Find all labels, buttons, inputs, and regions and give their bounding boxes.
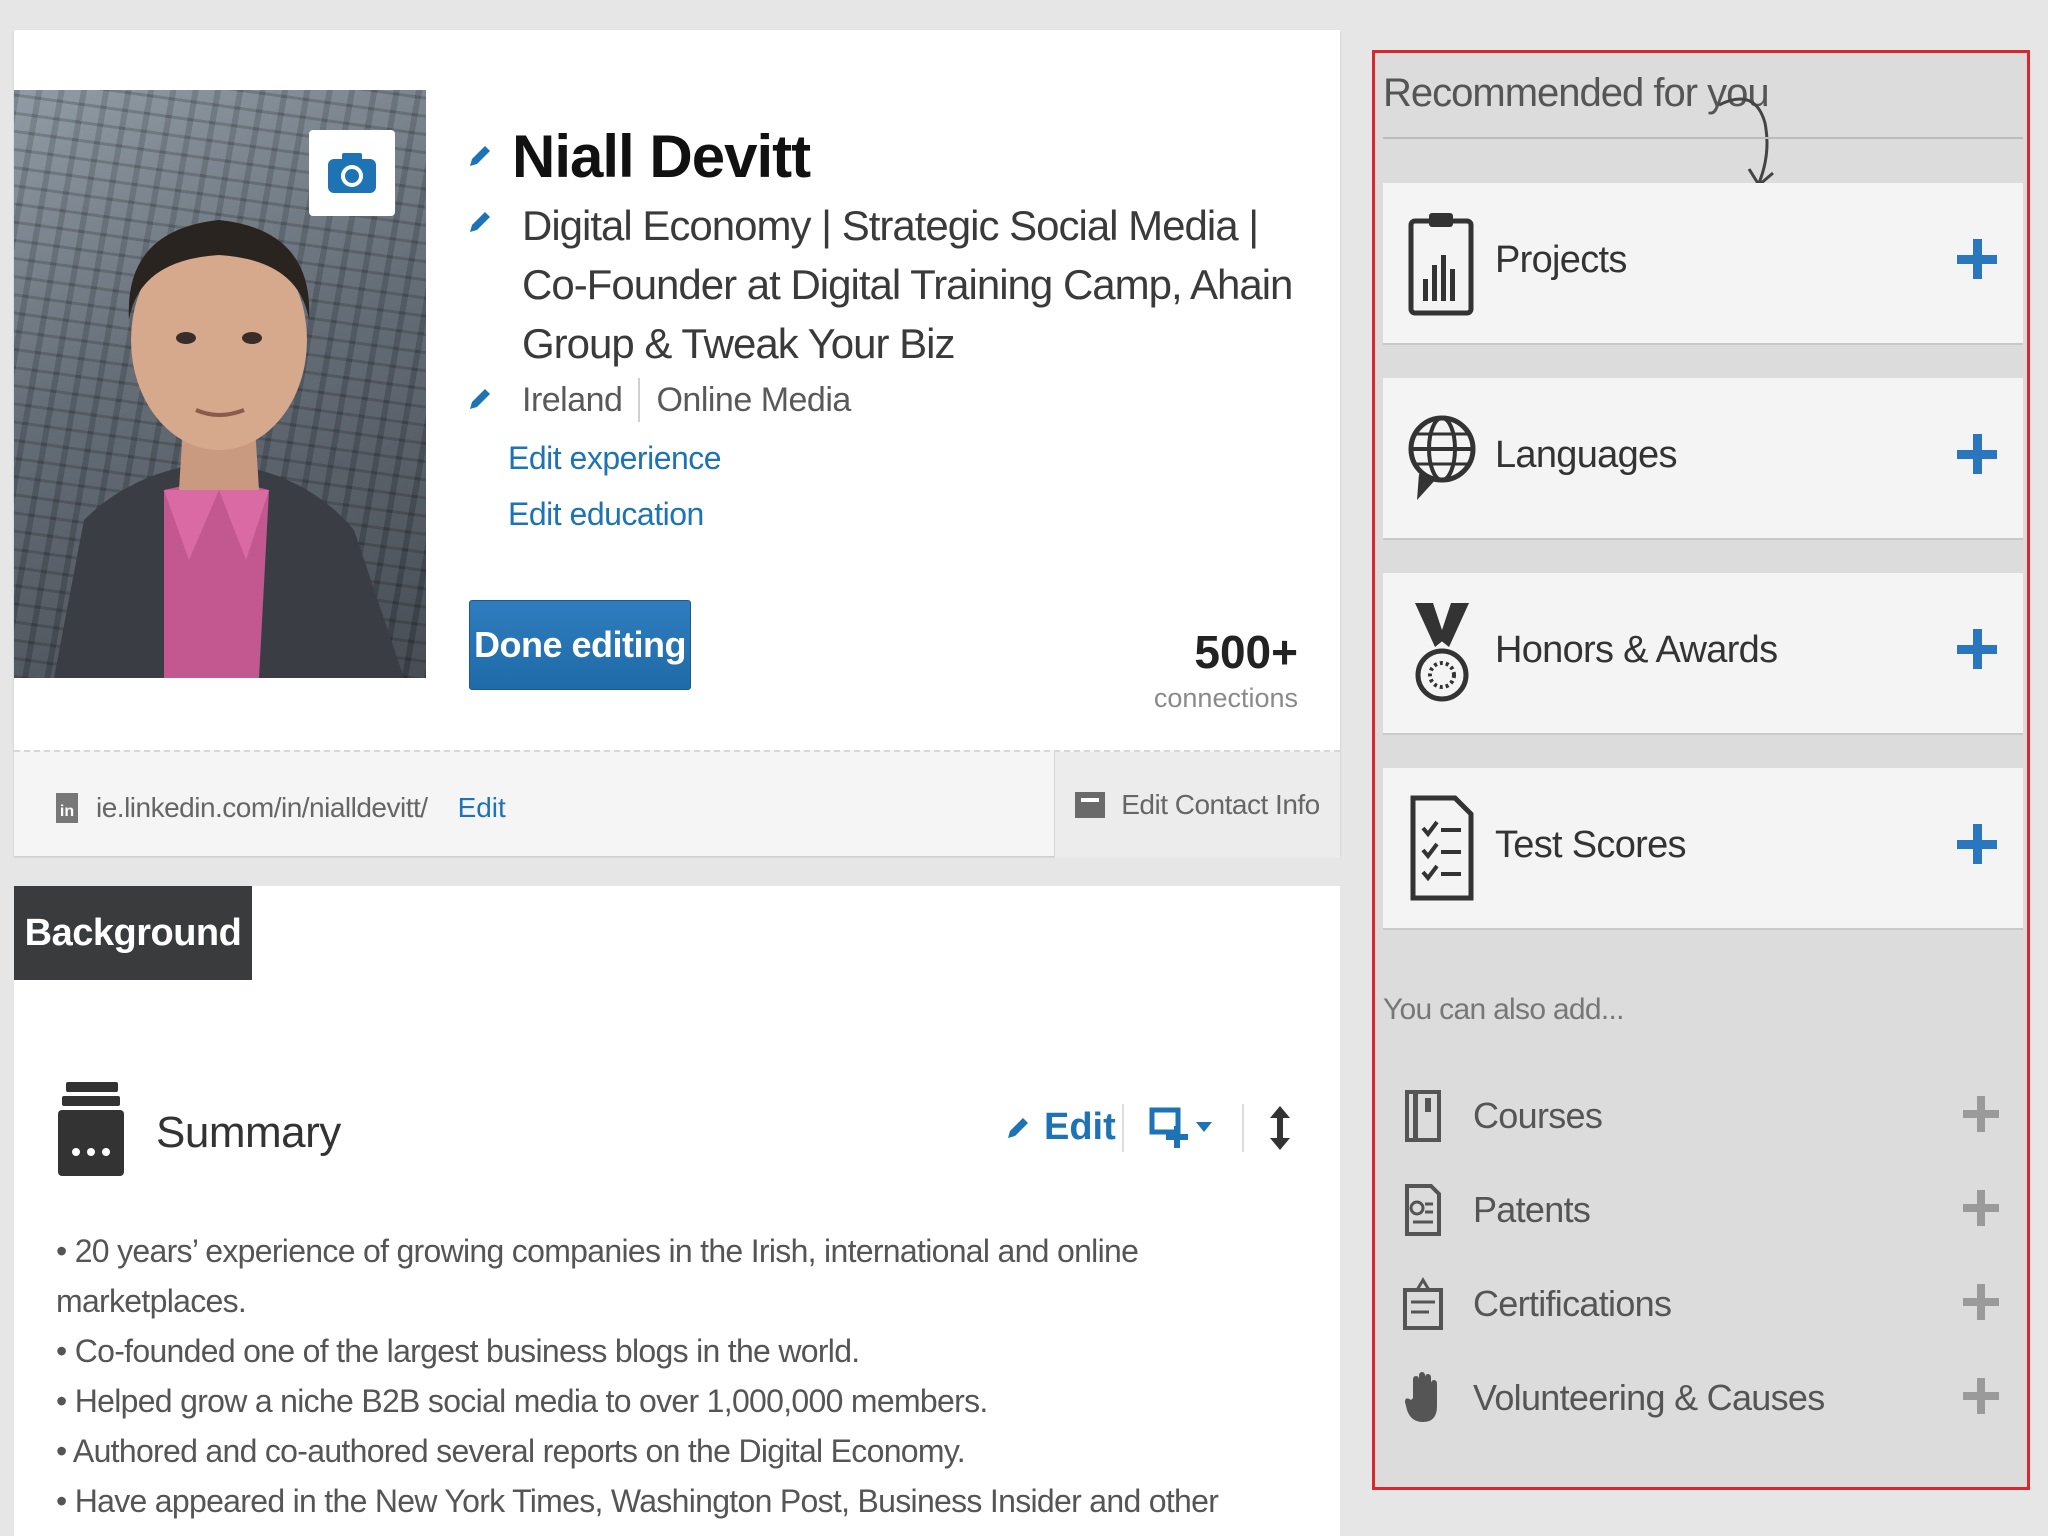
add-media-icon[interactable] (1148, 1106, 1218, 1150)
contact-card-icon (1075, 792, 1106, 818)
camera-icon (328, 153, 376, 193)
summary-edit-button[interactable]: Edit (1004, 1106, 1116, 1149)
public-profile-url[interactable]: ie.linkedin.com/in/nialldevitt/ (96, 792, 428, 824)
also-add-item-certifications[interactable]: Certifications (1403, 1269, 2013, 1339)
also-add-label: You can also add... (1383, 993, 1624, 1026)
clipboard-chart-icon (1408, 213, 1474, 316)
profile-card-footer: in ie.linkedin.com/in/nialldevitt/ Edit … (14, 750, 1340, 858)
recommended-item-honors-awards[interactable]: Honors & Awards (1383, 573, 2023, 735)
divider (1383, 137, 2023, 139)
also-add-item-courses[interactable]: Courses (1403, 1081, 2013, 1151)
divider (1122, 1104, 1124, 1152)
add-plus-icon[interactable] (1963, 1190, 1999, 1226)
also-add-item-patents[interactable]: Patents (1403, 1175, 2013, 1245)
also-add-item-volunteering[interactable]: Volunteering & Causes (1403, 1363, 2013, 1433)
pencil-icon (470, 146, 490, 166)
add-plus-icon[interactable] (1957, 824, 1997, 864)
pencil-icon (1008, 1117, 1028, 1138)
recommended-item-label: Languages (1495, 434, 1677, 476)
summary-title: Summary (156, 1108, 341, 1157)
recommended-title: Recommended for you (1383, 71, 1770, 115)
edit-experience-link[interactable]: Edit experience (508, 440, 722, 477)
divider (638, 378, 641, 422)
also-add-item-label: Certifications (1473, 1283, 1672, 1324)
summary-text: • 20 years’ experience of growing compan… (56, 1226, 1306, 1536)
book-icon (1405, 1090, 1441, 1142)
location-industry-row[interactable]: Ireland Online Media (522, 378, 851, 422)
done-editing-button[interactable]: Done editing (469, 600, 691, 690)
certificate-icon (1403, 1277, 1443, 1330)
also-add-item-label: Volunteering & Causes (1473, 1377, 1825, 1418)
add-plus-icon[interactable] (1957, 434, 1997, 474)
recommended-item-projects[interactable]: Projects (1383, 183, 2023, 345)
summary-bullet: • Have appeared in the New York Times, W… (56, 1483, 1219, 1536)
divider (1242, 1104, 1244, 1152)
change-photo-button[interactable] (309, 130, 395, 216)
summary-edit-label: Edit (1044, 1106, 1116, 1148)
connections-count: 500+ (1194, 626, 1298, 678)
background-section: Background Summary Edit • 20 years’ expe… (14, 886, 1340, 1536)
add-plus-icon[interactable] (1963, 1284, 1999, 1320)
summary-bullet: • Co-founded one of the largest business… (56, 1333, 860, 1369)
recommended-item-test-scores[interactable]: Test Scores (1383, 768, 2023, 930)
public-profile-url-row: in ie.linkedin.com/in/nialldevitt/ Edit (56, 792, 506, 824)
medal-icon (1415, 603, 1469, 702)
url-edit-link[interactable]: Edit (458, 792, 506, 824)
recommended-item-label: Projects (1495, 239, 1627, 281)
profile-headline[interactable]: Digital Economy | Strategic Social Media… (522, 196, 1322, 373)
add-plus-icon[interactable] (1957, 629, 1997, 669)
recommended-item-languages[interactable]: Languages (1383, 378, 2023, 540)
recommended-panel: Recommended for you Projects Languages H… (1372, 50, 2030, 1490)
profile-card: Niall Devitt Digital Economy | Strategic… (14, 30, 1340, 858)
summary-folder-icon (58, 1082, 124, 1176)
reorder-arrows-icon[interactable] (1268, 1104, 1292, 1152)
add-plus-icon[interactable] (1963, 1378, 1999, 1414)
summary-bullet: • Authored and co-authored several repor… (56, 1433, 966, 1469)
profile-location: Ireland (522, 380, 623, 419)
name-row[interactable]: Niall Devitt (466, 118, 811, 194)
hand-icon (1405, 1372, 1437, 1422)
summary-tools (1122, 1104, 1292, 1152)
recommended-item-label: Honors & Awards (1495, 629, 1778, 671)
summary-bullet: • Helped grow a niche B2B social media t… (56, 1383, 988, 1419)
edit-contact-label: Edit Contact Info (1121, 789, 1320, 820)
summary-bullet: • 20 years’ experience of growing compan… (56, 1233, 1139, 1319)
connections-label: connections (1153, 683, 1298, 713)
profile-industry: Online Media (656, 380, 851, 419)
checklist-icon (1410, 795, 1474, 901)
globe-speech-icon (1408, 415, 1476, 500)
patent-document-icon (1405, 1184, 1441, 1236)
pencil-icon[interactable] (466, 385, 494, 413)
edit-education-link[interactable]: Edit education (508, 496, 704, 533)
add-plus-icon[interactable] (1963, 1096, 1999, 1132)
also-add-item-label: Courses (1473, 1095, 1603, 1136)
background-tab[interactable]: Background (14, 886, 252, 980)
profile-name: Niall Devitt (512, 122, 811, 190)
also-add-item-label: Patents (1473, 1189, 1591, 1230)
recommended-item-label: Test Scores (1495, 824, 1687, 866)
pencil-icon[interactable] (466, 208, 494, 236)
add-plus-icon[interactable] (1957, 239, 1997, 279)
linkedin-icon: in (56, 793, 78, 823)
edit-contact-info-button[interactable]: Edit Contact Info (1054, 752, 1340, 858)
profile-photo[interactable] (14, 90, 426, 678)
